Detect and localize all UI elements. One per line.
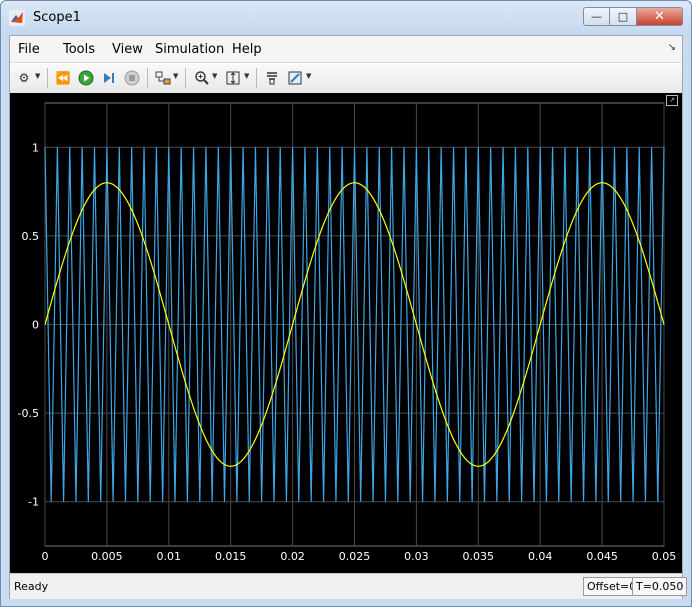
menu-view[interactable]: View — [112, 42, 143, 57]
scope-display[interactable]: ↗ 1 0.5 0 -0.5 -1 0 0.005 0.01 0.015 0.02 0.025 0.… — [10, 93, 682, 573]
x-tick-label: 0.005 — [91, 550, 123, 563]
toolbar-separator — [47, 68, 48, 88]
title-bar[interactable]: Scope1 — □ ✕ — [1, 1, 691, 35]
highlight-dropdown-icon[interactable]: ▼ — [173, 72, 178, 80]
menu-bar: File Tools View Simulation Help ↘ — [10, 36, 682, 62]
time-readout: T=0.050 — [632, 577, 688, 596]
toolbar: ⚙ ▼ ⏪ ▼ ▼ ▼ ▼ — [10, 62, 682, 94]
maximize-button[interactable]: □ — [610, 7, 637, 26]
x-tick-labels: 0 0.005 0.01 0.015 0.02 0.025 0.03 0.035 0.04 0.0… — [42, 550, 677, 563]
run-icon[interactable] — [77, 69, 95, 87]
x-tick-label: 0.03 — [404, 550, 429, 563]
y-tick-label: 1 — [32, 141, 39, 154]
step-back-icon[interactable]: ⏪ — [54, 69, 72, 87]
x-tick-label: 0 — [42, 550, 49, 563]
x-tick-label: 0.04 — [528, 550, 553, 563]
step-forward-icon[interactable] — [100, 69, 118, 87]
x-tick-label: 0.02 — [280, 550, 305, 563]
x-tick-label: 0.05 — [652, 550, 677, 563]
menu-file[interactable]: File — [18, 42, 40, 57]
minimize-button[interactable]: — — [583, 7, 610, 26]
measurements-icon[interactable] — [286, 69, 304, 87]
window-controls: — □ ✕ — [583, 7, 683, 27]
close-button[interactable]: ✕ — [637, 7, 683, 26]
toolbar-separator — [147, 68, 148, 88]
y-tick-label: -0.5 — [18, 407, 39, 420]
zoom-in-icon[interactable] — [193, 69, 211, 87]
menu-tools[interactable]: Tools — [63, 42, 95, 57]
x-tick-label: 0.015 — [215, 550, 247, 563]
autoscale-dropdown-icon[interactable]: ▼ — [244, 72, 249, 80]
x-tick-label: 0.025 — [339, 550, 371, 563]
menu-overflow-icon[interactable]: ↘ — [668, 42, 676, 53]
scope-window: Scope1 — □ ✕ File Tools View Simulation … — [0, 0, 692, 607]
status-bar: Ready Offset=0 T=0.050 — [10, 573, 688, 599]
menu-simulation[interactable]: Simulation — [155, 42, 224, 57]
x-tick-label: 0.035 — [463, 550, 495, 563]
scope-client-area: File Tools View Simulation Help ↘ ⚙ ▼ ⏪ — [9, 35, 688, 599]
matlab-logo-icon — [9, 10, 25, 26]
menu-help[interactable]: Help — [232, 42, 262, 57]
style-icon[interactable] — [263, 69, 281, 87]
toolbar-separator — [185, 68, 186, 88]
autoscale-icon[interactable] — [224, 69, 242, 87]
y-tick-label: -1 — [28, 496, 39, 509]
window-title: Scope1 — [33, 10, 81, 25]
x-tick-label: 0.045 — [586, 550, 618, 563]
zoom-dropdown-icon[interactable]: ▼ — [212, 72, 217, 80]
status-text: Ready — [14, 580, 49, 593]
toolbar-separator — [256, 68, 257, 88]
y-tick-label: 0 — [32, 319, 39, 332]
scope-plot[interactable]: 1 0.5 0 -0.5 -1 0 0.005 0.01 0.015 0.02 0.025 0.03… — [10, 93, 682, 573]
highlight-block-icon[interactable] — [154, 69, 172, 87]
stop-icon[interactable] — [123, 69, 141, 87]
y-tick-label: 0.5 — [22, 230, 40, 243]
settings-dropdown-icon[interactable]: ▼ — [35, 72, 40, 80]
x-tick-label: 0.01 — [157, 550, 182, 563]
measurements-dropdown-icon[interactable]: ▼ — [306, 72, 311, 80]
y-tick-labels: 1 0.5 0 -0.5 -1 — [18, 141, 39, 508]
settings-icon[interactable]: ⚙ — [15, 69, 33, 87]
